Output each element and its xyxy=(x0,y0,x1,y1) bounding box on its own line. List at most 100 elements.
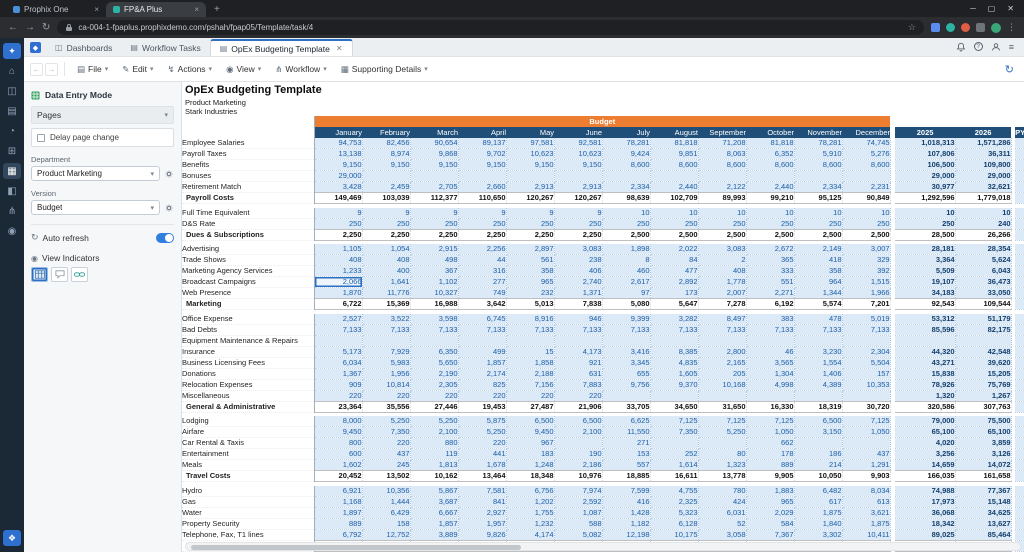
data-cell[interactable]: 1,813 xyxy=(410,460,458,471)
data-cell[interactable]: 18,348 xyxy=(506,471,554,482)
nav-forward-button[interactable]: → xyxy=(45,63,58,76)
help-icon[interactable]: ? xyxy=(974,42,983,51)
indicator-link-button[interactable] xyxy=(71,267,88,282)
data-cell[interactable]: 44 xyxy=(458,255,506,266)
data-cell[interactable]: 1,367 xyxy=(314,368,362,379)
data-cell[interactable]: 10,356 xyxy=(362,486,410,497)
data-cell[interactable]: 5,276 xyxy=(842,149,890,160)
annual-cell-2026[interactable]: 3,859 xyxy=(955,438,1011,449)
data-cell[interactable] xyxy=(746,171,794,182)
data-cell[interactable]: 74,745 xyxy=(842,138,890,149)
data-cell[interactable]: 4,173 xyxy=(554,346,602,357)
data-cell[interactable]: 358 xyxy=(506,266,554,277)
data-cell[interactable]: 16,330 xyxy=(746,401,794,412)
data-cell[interactable]: 1,105 xyxy=(314,244,362,255)
annual-cell-2026[interactable]: 13,627 xyxy=(955,518,1011,529)
data-cell[interactable]: 561 xyxy=(506,255,554,266)
data-cell[interactable]: 2,459 xyxy=(362,182,410,193)
data-cell[interactable]: 220 xyxy=(458,438,506,449)
data-cell[interactable]: 250 xyxy=(698,218,746,229)
data-cell[interactable]: 16,611 xyxy=(650,471,698,482)
data-cell[interactable]: 52 xyxy=(698,518,746,529)
data-cell[interactable]: 10,327 xyxy=(410,288,458,299)
data-cell[interactable]: 2,100 xyxy=(410,427,458,438)
data-cell[interactable]: 2,250 xyxy=(554,229,602,240)
menu-supporting-details[interactable]: ▦Supporting Details▾ xyxy=(335,61,434,78)
data-cell[interactable]: 400 xyxy=(362,266,410,277)
annual-cell-2026[interactable]: 29,000 xyxy=(955,171,1011,182)
data-cell[interactable] xyxy=(842,438,890,449)
data-cell[interactable]: 8 xyxy=(602,255,650,266)
data-cell[interactable]: 220 xyxy=(362,390,410,401)
data-cell[interactable] xyxy=(650,171,698,182)
data-cell[interactable]: 1,614 xyxy=(650,460,698,471)
annual-cell-2025[interactable]: 65,100 xyxy=(895,427,955,438)
data-cell[interactable]: 2,250 xyxy=(314,229,362,240)
data-cell[interactable]: 631 xyxy=(554,368,602,379)
data-cell[interactable]: 8,385 xyxy=(650,346,698,357)
data-cell[interactable]: 9,150 xyxy=(506,160,554,171)
data-cell[interactable]: 19,453 xyxy=(458,401,506,412)
data-cell[interactable]: 6,792 xyxy=(314,529,362,540)
data-cell[interactable]: 2,672 xyxy=(746,244,794,255)
auto-refresh-toggle[interactable] xyxy=(156,233,174,243)
data-cell[interactable]: 1,554 xyxy=(794,357,842,368)
data-cell[interactable]: 437 xyxy=(842,449,890,460)
data-cell[interactable]: 1,344 xyxy=(794,288,842,299)
annual-cell-2025[interactable]: 34,183 xyxy=(895,288,955,299)
data-cell[interactable]: 2,592 xyxy=(554,496,602,507)
data-cell[interactable]: 8,600 xyxy=(794,160,842,171)
annual-cell-2025[interactable]: 107,806 xyxy=(895,149,955,160)
data-cell[interactable]: 10 xyxy=(794,208,842,219)
data-cell[interactable]: 250 xyxy=(842,218,890,229)
data-cell[interactable]: 10,353 xyxy=(842,379,890,390)
data-cell[interactable]: 2,007 xyxy=(698,288,746,299)
data-cell[interactable]: 33,705 xyxy=(602,401,650,412)
data-cell[interactable]: 2,165 xyxy=(698,357,746,368)
annual-cell-2025[interactable]: 1,292,596 xyxy=(895,193,955,204)
data-cell[interactable]: 6,500 xyxy=(554,416,602,427)
data-cell[interactable]: 7,838 xyxy=(554,299,602,310)
data-cell[interactable]: 12,752 xyxy=(362,529,410,540)
data-cell[interactable]: 2 xyxy=(698,255,746,266)
data-cell[interactable]: 6,034 xyxy=(314,357,362,368)
indicator-comment-button[interactable] xyxy=(51,267,68,282)
data-cell[interactable]: 8,600 xyxy=(650,160,698,171)
data-cell[interactable]: 81,818 xyxy=(650,138,698,149)
data-cell[interactable]: 220 xyxy=(458,390,506,401)
annual-cell-2026[interactable]: 42,548 xyxy=(955,346,1011,357)
annual-cell-2026[interactable]: 33,050 xyxy=(955,288,1011,299)
annual-cell-2025[interactable]: 44,320 xyxy=(895,346,955,357)
data-cell[interactable]: 10,050 xyxy=(794,471,842,482)
data-cell[interactable]: 2,271 xyxy=(746,288,794,299)
data-cell[interactable] xyxy=(410,335,458,346)
data-cell[interactable]: 30,720 xyxy=(842,401,890,412)
doc-tab-opex-budgeting-template[interactable]: ▤ OpEx Budgeting Template ✕ xyxy=(210,39,353,56)
data-cell[interactable]: 3,565 xyxy=(746,357,794,368)
annual-cell-2026[interactable]: 15,205 xyxy=(955,368,1011,379)
annual-cell-2026[interactable]: 1,779,018 xyxy=(955,193,1011,204)
data-cell[interactable]: 1,291 xyxy=(842,460,890,471)
data-cell[interactable]: 35,556 xyxy=(362,401,410,412)
data-cell[interactable]: 2,250 xyxy=(458,229,506,240)
annual-cell-2025[interactable]: 79,000 xyxy=(895,416,955,427)
annual-cell-2025[interactable]: 28,181 xyxy=(895,244,955,255)
data-cell[interactable]: 97,581 xyxy=(506,138,554,149)
annual-cell-2025[interactable]: 18,342 xyxy=(895,518,955,529)
annual-cell-2025[interactable]: 106,500 xyxy=(895,160,955,171)
data-cell[interactable]: 2,186 xyxy=(554,460,602,471)
data-cell[interactable]: 34,650 xyxy=(650,401,698,412)
annual-cell-2026[interactable]: 39,620 xyxy=(955,357,1011,368)
annual-cell-2026[interactable]: 36,311 xyxy=(955,149,1011,160)
data-cell[interactable]: 477 xyxy=(650,266,698,277)
data-cell[interactable]: 329 xyxy=(842,255,890,266)
dashboards-icon[interactable]: ◫ xyxy=(3,83,21,99)
data-cell[interactable]: 8,916 xyxy=(506,314,554,325)
user-icon[interactable] xyxy=(991,42,1001,52)
data-cell[interactable]: 10 xyxy=(698,208,746,219)
data-cell[interactable]: 1,168 xyxy=(314,496,362,507)
version-select[interactable]: Budget ▾ xyxy=(31,200,160,215)
data-cell[interactable]: 2,915 xyxy=(410,244,458,255)
annual-cell-2026[interactable]: 51,179 xyxy=(955,314,1011,325)
annual-cell-2026[interactable]: 1,267 xyxy=(955,390,1011,401)
